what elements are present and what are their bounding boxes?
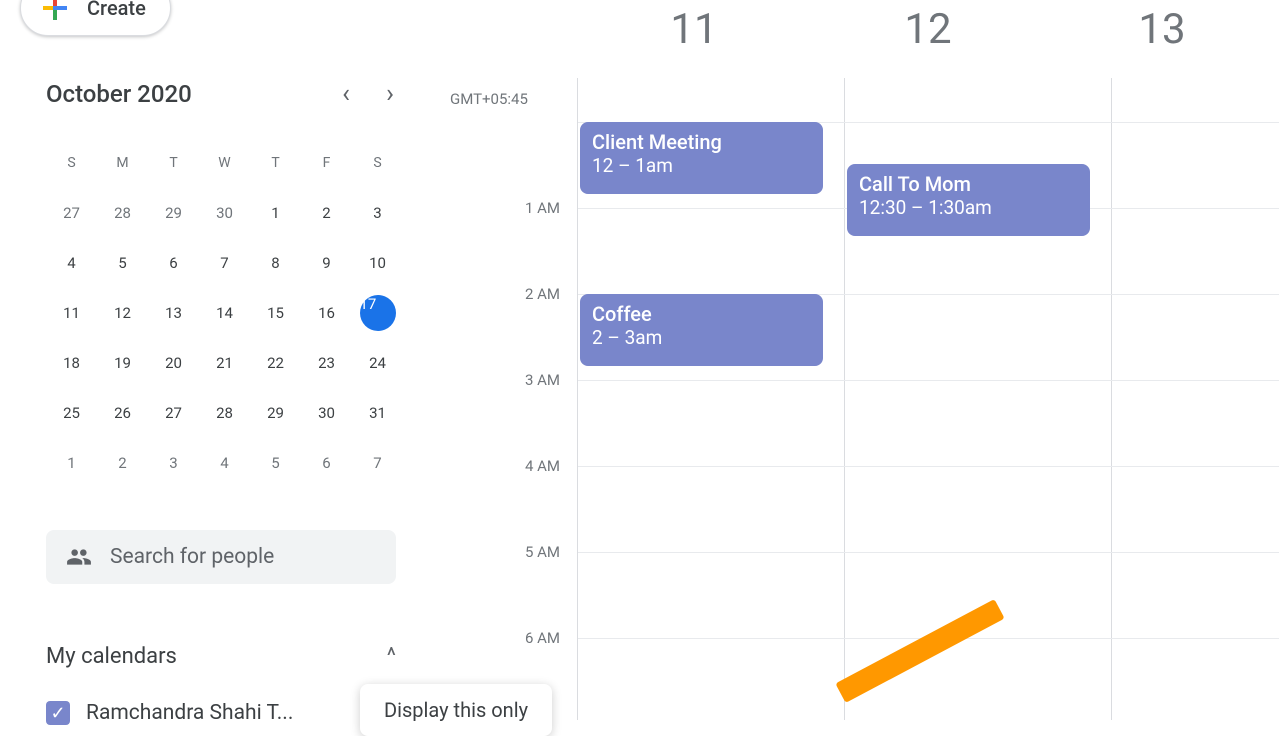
mini-cal-day[interactable]: 7 (199, 238, 250, 288)
chevron-up-icon: ^ (387, 644, 396, 669)
hour-label: 3 AM (500, 371, 560, 389)
mini-cal-day[interactable]: 18 (46, 338, 97, 388)
mini-cal-day[interactable]: 2 (97, 438, 148, 488)
mini-cal-day[interactable]: 5 (97, 238, 148, 288)
calendar-event[interactable]: Coffee2 – 3am (580, 294, 823, 366)
mini-cal-day[interactable]: 1 (46, 438, 97, 488)
mini-cal-day[interactable]: 23 (301, 338, 352, 388)
mini-cal-day[interactable]: 7 (352, 438, 403, 488)
hour-label: 4 AM (500, 457, 560, 475)
mini-cal-day[interactable]: 4 (46, 238, 97, 288)
mini-cal-day[interactable]: 30 (301, 388, 352, 438)
event-title: Client Meeting (592, 130, 811, 154)
context-menu-item[interactable]: Display this only (360, 684, 552, 736)
mini-cal-day[interactable]: 10 (352, 238, 403, 288)
mini-cal-day[interactable]: 27 (148, 388, 199, 438)
weekday-label: M (97, 138, 148, 188)
mini-cal-day[interactable]: 1 (250, 188, 301, 238)
weekday-label: F (301, 138, 352, 188)
hour-gridline (578, 552, 1279, 553)
day-number[interactable]: 12 (811, 5, 1045, 54)
mini-cal-day[interactable]: 11 (46, 288, 97, 338)
weekday-label: S (46, 138, 97, 188)
prev-month-button[interactable]: ‹ (330, 78, 362, 110)
calendar-event[interactable]: Call To Mom12:30 – 1:30am (847, 164, 1090, 236)
mini-cal-day[interactable]: 17 (352, 288, 403, 338)
mini-calendar: SMTWTFS 27282930123456789101112131415161… (46, 138, 406, 488)
mini-cal-day[interactable]: 16 (301, 288, 352, 338)
day-column[interactable] (1112, 78, 1279, 720)
weekday-label: S (352, 138, 403, 188)
hour-gridline (578, 380, 1279, 381)
mini-cal-day[interactable]: 31 (352, 388, 403, 438)
mini-cal-day[interactable]: 29 (148, 188, 199, 238)
create-button-label: Create (87, 0, 146, 20)
hour-label: 5 AM (500, 543, 560, 561)
mini-cal-day[interactable]: 28 (199, 388, 250, 438)
mini-cal-day[interactable]: 29 (250, 388, 301, 438)
calendar-checkbox[interactable]: ✓ (46, 701, 70, 725)
hour-label: 2 AM (500, 285, 560, 303)
event-title: Coffee (592, 302, 811, 326)
create-button[interactable]: Create (20, 0, 171, 36)
mini-cal-day[interactable]: 8 (250, 238, 301, 288)
day-number[interactable]: 11 (577, 5, 811, 54)
mini-cal-day[interactable]: 24 (352, 338, 403, 388)
mini-cal-day[interactable]: 27 (46, 188, 97, 238)
hour-label: 6 AM (500, 629, 560, 647)
calendar-name: Ramchandra Shahi T... (86, 701, 293, 725)
mini-cal-day[interactable]: 5 (250, 438, 301, 488)
day-number[interactable]: 13 (1045, 5, 1279, 54)
time-grid[interactable]: Client Meeting12 – 1am Call To Mom12:30 –… (577, 78, 1279, 720)
day-headers: 111213 (577, 5, 1279, 54)
mini-cal-month-title: October 2020 (46, 80, 192, 108)
mini-cal-day[interactable]: 4 (199, 438, 250, 488)
mini-cal-day[interactable]: 3 (352, 188, 403, 238)
mini-cal-day[interactable]: 2 (301, 188, 352, 238)
my-calendars-toggle[interactable]: My calendars ^ (46, 644, 396, 669)
mini-cal-day[interactable]: 19 (97, 338, 148, 388)
mini-cal-day[interactable]: 30 (199, 188, 250, 238)
weekday-label: T (250, 138, 301, 188)
mini-cal-day[interactable]: 12 (97, 288, 148, 338)
event-time: 2 – 3am (592, 326, 811, 349)
mini-cal-day[interactable]: 28 (97, 188, 148, 238)
mini-cal-day[interactable]: 20 (148, 338, 199, 388)
search-placeholder: Search for people (110, 545, 274, 569)
mini-cal-day[interactable]: 25 (46, 388, 97, 438)
event-time: 12 – 1am (592, 154, 811, 177)
calendar-event[interactable]: Client Meeting12 – 1am (580, 122, 823, 194)
search-people-input[interactable]: Search for people (46, 530, 396, 584)
mini-cal-day[interactable]: 13 (148, 288, 199, 338)
mini-cal-day[interactable]: 3 (148, 438, 199, 488)
hour-label: 1 AM (500, 199, 560, 217)
weekday-label: T (148, 138, 199, 188)
next-month-button[interactable]: › (374, 78, 406, 110)
mini-cal-day[interactable]: 9 (301, 238, 352, 288)
my-calendars-label: My calendars (46, 644, 177, 669)
mini-cal-day[interactable]: 21 (199, 338, 250, 388)
mini-cal-day[interactable]: 6 (301, 438, 352, 488)
weekday-label: W (199, 138, 250, 188)
mini-cal-day[interactable]: 15 (250, 288, 301, 338)
mini-cal-day[interactable]: 14 (199, 288, 250, 338)
event-time: 12:30 – 1:30am (859, 196, 1078, 219)
people-icon (66, 544, 92, 570)
mini-cal-day[interactable]: 26 (97, 388, 148, 438)
timezone-label: GMT+05:45 (450, 90, 528, 108)
mini-cal-day[interactable]: 6 (148, 238, 199, 288)
mini-cal-day[interactable]: 22 (250, 338, 301, 388)
plus-icon (37, 0, 73, 26)
hour-gridline (578, 466, 1279, 467)
calendar-list-item[interactable]: ✓ Ramchandra Shahi T... (46, 701, 396, 725)
event-title: Call To Mom (859, 172, 1078, 196)
